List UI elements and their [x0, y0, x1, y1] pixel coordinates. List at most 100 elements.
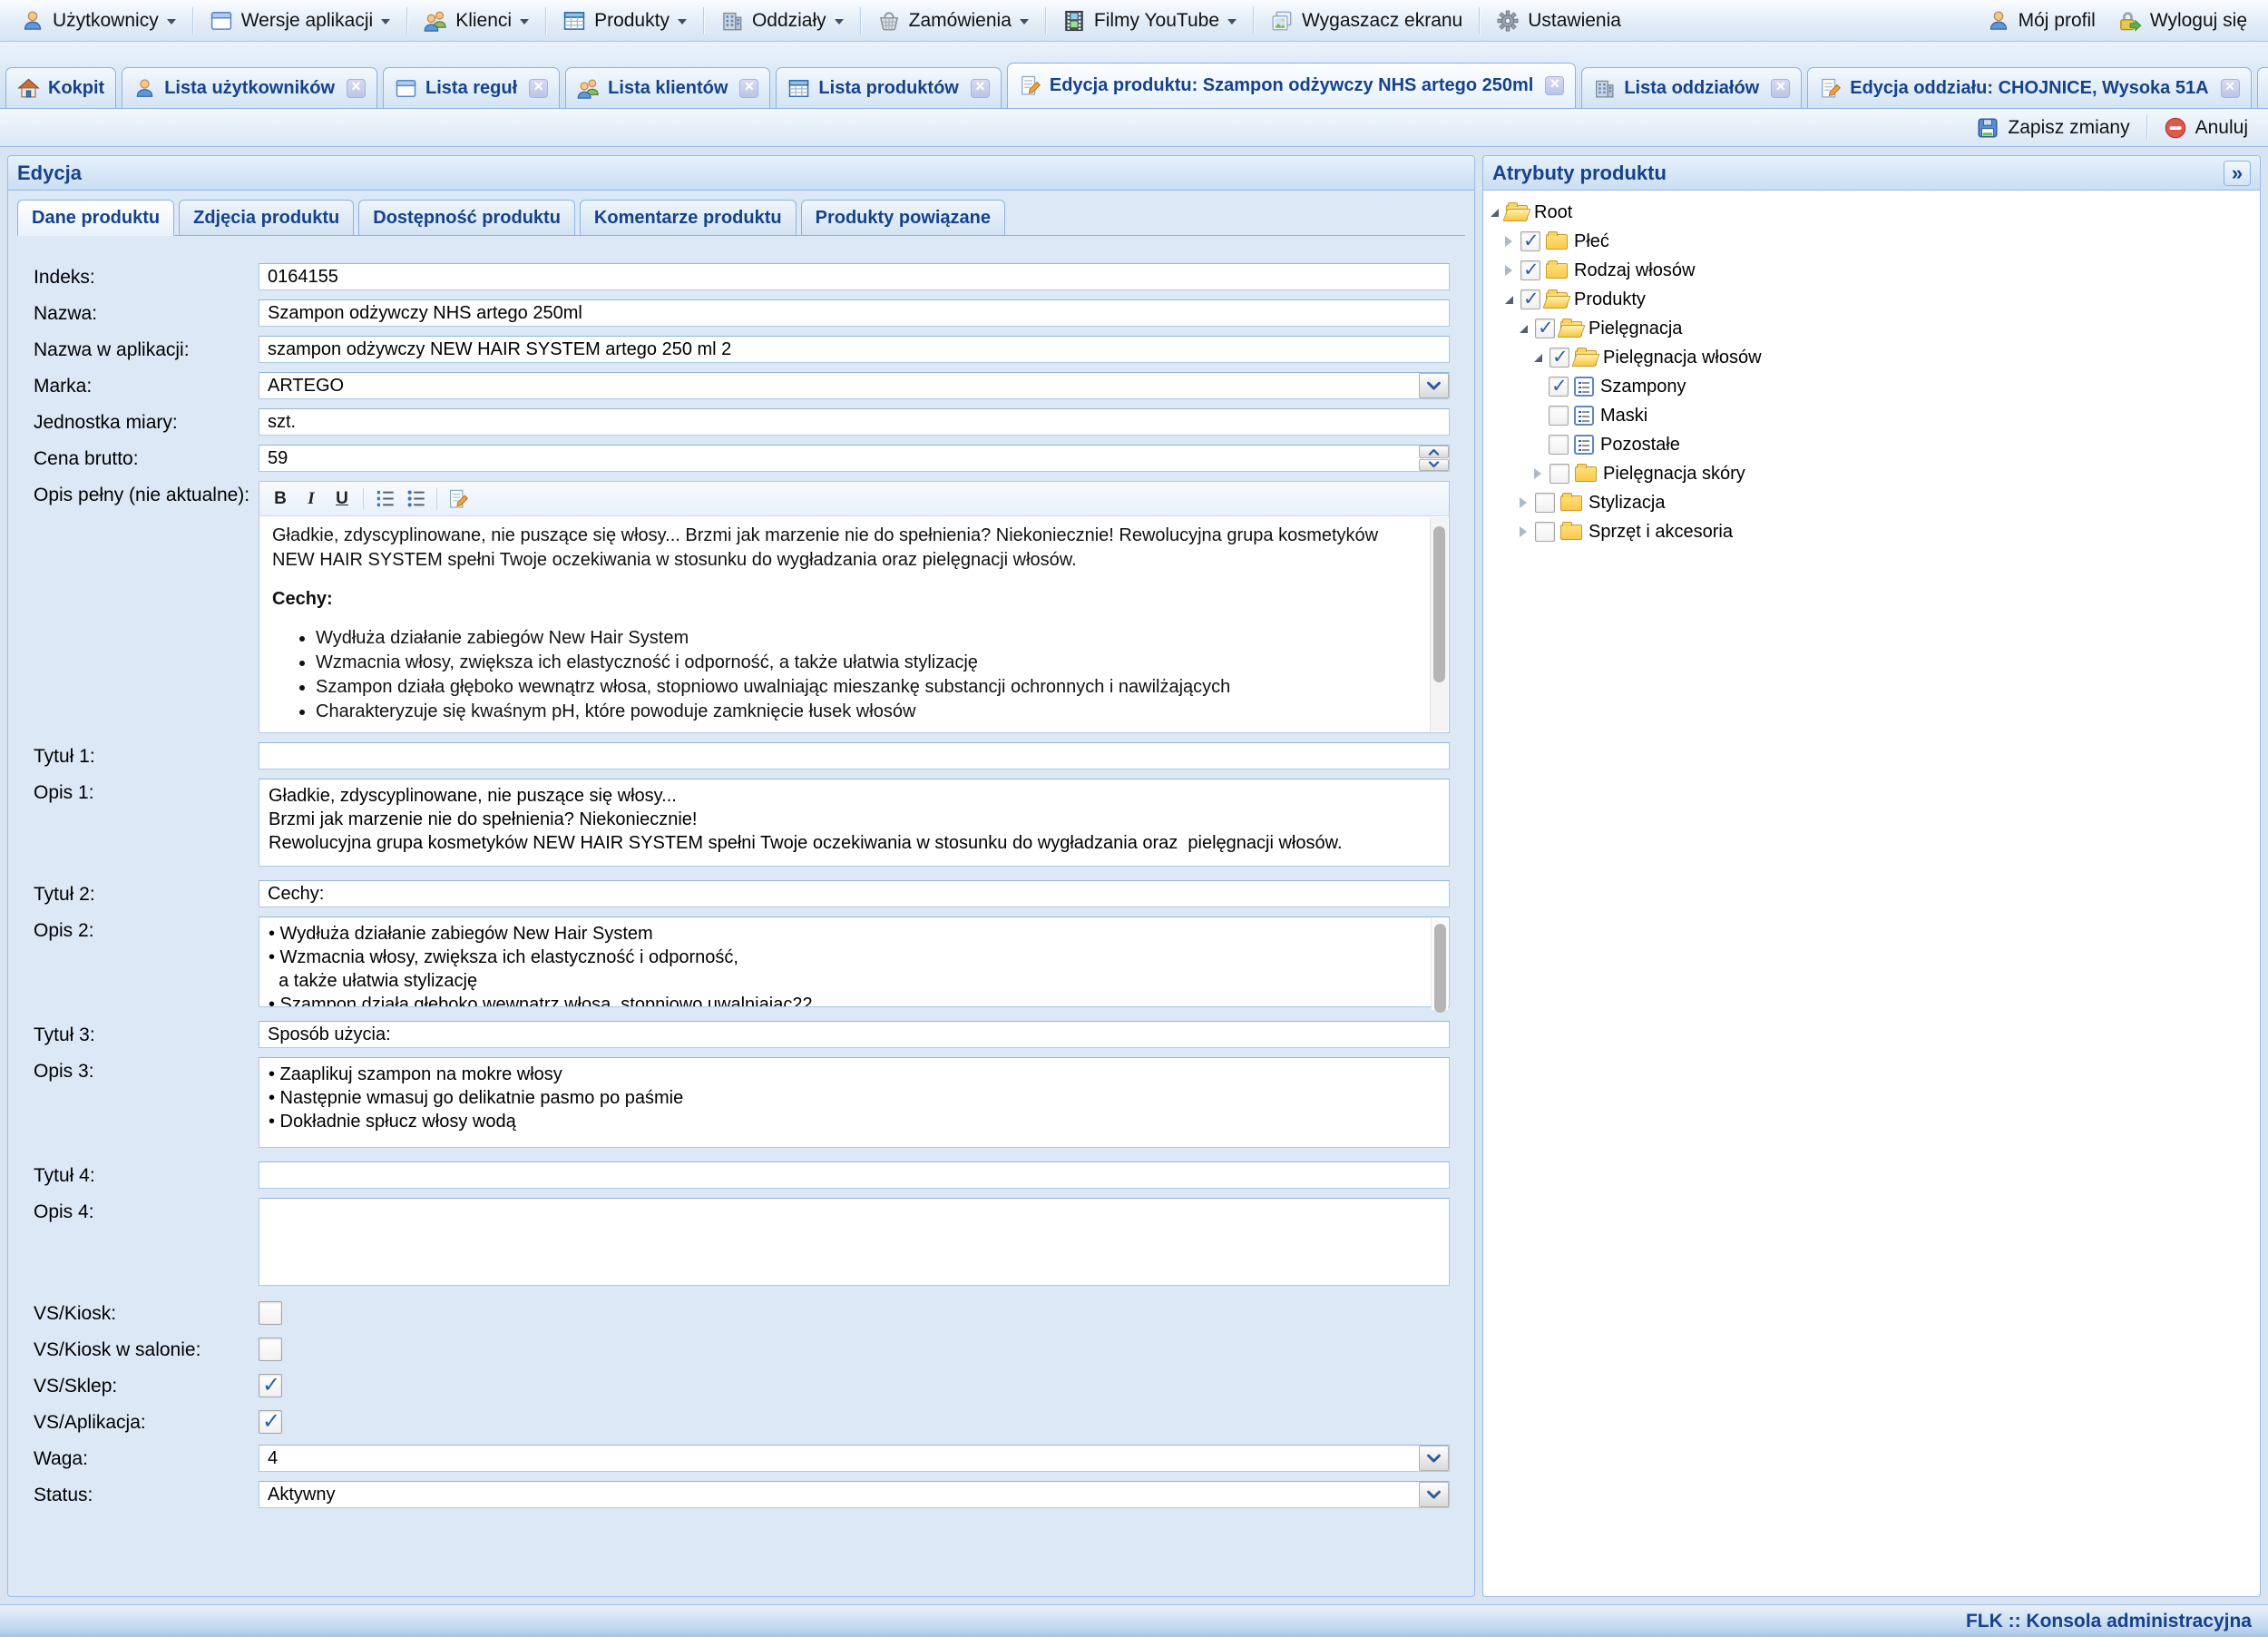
close-icon[interactable]: [1771, 79, 1790, 98]
marka-combo[interactable]: [259, 372, 1450, 399]
tree-node-pielegnacja[interactable]: Pielęgnacja: [1487, 314, 2251, 343]
indeks-input[interactable]: [259, 263, 1450, 290]
tree-node-pielegnacja-skory[interactable]: Pielęgnacja skóry: [1487, 459, 2251, 488]
collapse-panel-button[interactable]: »: [2224, 161, 2251, 186]
opis2-textarea[interactable]: • Wydłuża działanie zabiegów New Hair Sy…: [259, 917, 1450, 1007]
tree-checkbox[interactable]: [1549, 435, 1569, 455]
opis2-scrollbar[interactable]: [1431, 918, 1448, 1010]
spinner-up-button[interactable]: [1419, 446, 1449, 458]
bullet-list-button[interactable]: [402, 486, 429, 512]
tree-checkbox[interactable]: [1549, 348, 1569, 368]
scrollbar-thumb[interactable]: [1434, 924, 1446, 1013]
menu-item-oddzialy[interactable]: Oddziały: [710, 5, 854, 37]
close-icon[interactable]: [2221, 79, 2240, 98]
tab-lista-oddzialow[interactable]: Lista oddziałów: [1581, 67, 1802, 108]
tree-checkbox[interactable]: [1520, 289, 1540, 309]
status-combo[interactable]: [259, 1481, 1450, 1508]
tree-checkbox[interactable]: [1535, 522, 1555, 542]
tree-node-maski[interactable]: Maski: [1487, 401, 2251, 430]
menu-item-filmy-youtube[interactable]: Filmy YouTube: [1052, 5, 1246, 37]
editor-scrollbar[interactable]: [1430, 517, 1448, 731]
tree-node-pozostale[interactable]: Pozostałe: [1487, 430, 2251, 459]
menu-item-wersje-aplikacji[interactable]: Wersje aplikacji: [200, 5, 401, 37]
collapsed-arrow-icon[interactable]: [1505, 236, 1512, 247]
tytul4-input[interactable]: [259, 1162, 1450, 1189]
spinner-down-button[interactable]: [1419, 459, 1449, 472]
tree-checkbox[interactable]: [1535, 319, 1555, 338]
status-dropdown-button[interactable]: [1419, 1482, 1449, 1507]
tab-zdjecia-produktu[interactable]: Zdjęcia produktu: [179, 200, 354, 236]
tree-node-sprzet-i-akcesoria[interactable]: Sprzęt i akcesoria: [1487, 517, 2251, 546]
vs-sklep-checkbox[interactable]: [259, 1374, 282, 1397]
tab-edycja-produktu[interactable]: Edycja produktu: Szampon odżywczy NHS ar…: [1007, 63, 1576, 108]
tab-lista-klientow[interactable]: Lista klientów: [565, 67, 770, 108]
close-icon[interactable]: [347, 79, 366, 98]
tree-checkbox[interactable]: [1520, 260, 1540, 280]
close-icon[interactable]: [1545, 76, 1564, 95]
tree-node-rodzaj-wlosow[interactable]: Rodzaj włosów: [1487, 256, 2251, 285]
tree-node-szampony[interactable]: Szampony: [1487, 372, 2251, 401]
tab-lista-produktow[interactable]: Lista produktów: [776, 67, 1001, 108]
expanded-arrow-icon[interactable]: [1520, 325, 1528, 333]
menu-item-produkty[interactable]: Produkty: [552, 5, 697, 37]
tytul2-input[interactable]: [259, 880, 1450, 907]
editor-content[interactable]: Gładkie, zdyscyplinowane, nie puszące si…: [259, 516, 1449, 732]
expanded-arrow-icon[interactable]: [1534, 354, 1542, 362]
close-icon[interactable]: [971, 79, 990, 98]
tab-lista-regul[interactable]: Lista reguł: [383, 67, 560, 108]
waga-combo[interactable]: [259, 1445, 1450, 1472]
tab-ustawienia[interactable]: Ustawienia: [2257, 67, 2268, 108]
tytul1-input[interactable]: [259, 742, 1450, 769]
tree-node-stylizacja[interactable]: Stylizacja: [1487, 488, 2251, 517]
marka-dropdown-button[interactable]: [1419, 373, 1449, 398]
italic-button[interactable]: I: [298, 486, 325, 512]
expanded-arrow-icon[interactable]: [1491, 209, 1499, 217]
menu-item-zamowienia[interactable]: Zamówienia: [867, 5, 1039, 37]
close-icon[interactable]: [739, 79, 758, 98]
nazwa-w-aplikacji-input[interactable]: [259, 336, 1450, 363]
vs-aplikacja-checkbox[interactable]: [259, 1410, 282, 1434]
save-button[interactable]: Zapisz zmiany: [1969, 113, 2136, 142]
opis3-textarea[interactable]: • Zaaplikuj szampon na mokre włosy • Nas…: [259, 1057, 1450, 1148]
tree-checkbox[interactable]: [1549, 464, 1569, 484]
tab-dostepnosc-produktu[interactable]: Dostępność produktu: [358, 200, 575, 236]
tytul3-input[interactable]: [259, 1021, 1450, 1048]
expanded-arrow-icon[interactable]: [1505, 296, 1513, 304]
tree-checkbox[interactable]: [1549, 377, 1569, 397]
waga-dropdown-button[interactable]: [1419, 1446, 1449, 1471]
vs-kiosk-checkbox[interactable]: [259, 1301, 282, 1325]
tab-edycja-oddzialu[interactable]: Edycja oddziału: CHOJNICE, Wysoka 51A: [1807, 67, 2251, 108]
collapsed-arrow-icon[interactable]: [1520, 497, 1527, 508]
collapsed-arrow-icon[interactable]: [1505, 265, 1512, 276]
menu-item-ustawienia[interactable]: Ustawienia: [1486, 5, 1631, 37]
tree-checkbox[interactable]: [1520, 231, 1540, 251]
jednostka-miary-input[interactable]: [259, 408, 1450, 436]
collapsed-arrow-icon[interactable]: [1534, 468, 1541, 479]
tree-node-root[interactable]: Root: [1487, 198, 2251, 227]
vs-kiosk-w-salonie-checkbox[interactable]: [259, 1338, 282, 1361]
menu-item-klienci[interactable]: Klienci: [414, 5, 539, 37]
ordered-list-button[interactable]: [371, 486, 398, 512]
close-icon[interactable]: [529, 79, 548, 98]
scrollbar-thumb[interactable]: [1433, 526, 1445, 682]
nazwa-input[interactable]: [259, 299, 1450, 327]
tree-node-produkty[interactable]: Produkty: [1487, 285, 2251, 314]
tree-checkbox[interactable]: [1549, 406, 1569, 426]
collapsed-arrow-icon[interactable]: [1520, 526, 1527, 537]
opis4-textarea[interactable]: [259, 1198, 1450, 1286]
underline-button[interactable]: U: [328, 486, 356, 512]
tab-dane-produktu[interactable]: Dane produktu: [17, 200, 174, 236]
tree-node-pielegnacja-wlosow[interactable]: Pielęgnacja włosów: [1487, 343, 2251, 372]
tab-produkty-powiazane[interactable]: Produkty powiązane: [801, 200, 1005, 236]
menu-item-wygaszacz-ekranu[interactable]: Wygaszacz ekranu: [1260, 5, 1472, 37]
menu-item-wyloguj-sie[interactable]: Wyloguj się: [2107, 4, 2257, 37]
tab-lista-uzytkownikow[interactable]: Lista użytkowników: [122, 67, 377, 108]
tree-checkbox[interactable]: [1535, 493, 1555, 513]
source-edit-button[interactable]: [445, 486, 472, 512]
cena-brutto-input[interactable]: [259, 445, 1450, 472]
tree-node-plec[interactable]: Płeć: [1487, 227, 2251, 256]
cancel-button[interactable]: Anuluj: [2156, 113, 2255, 142]
menu-item-moj-profil[interactable]: Mój profil: [1977, 5, 2106, 37]
tab-komentarze-produktu[interactable]: Komentarze produktu: [580, 200, 797, 236]
bold-button[interactable]: B: [267, 486, 294, 512]
